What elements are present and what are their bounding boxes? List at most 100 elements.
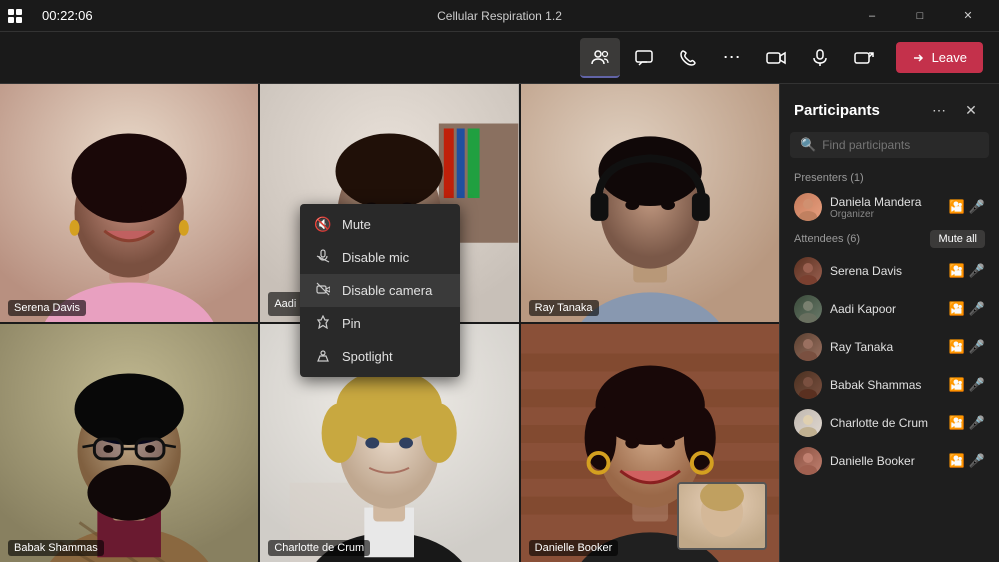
danielle-name-label: Danielle Booker <box>529 540 619 556</box>
charlotte-info: Charlotte de Crum <box>830 416 941 430</box>
search-input[interactable] <box>822 138 979 152</box>
charlotte-name-label: Charlotte de Crum <box>268 540 370 556</box>
avatar-aadi <box>794 295 822 323</box>
participant-item-aadi[interactable]: Aadi Kapoor 🎦 🎤 <box>780 290 999 328</box>
danielle-mic-icon: 🎤 <box>969 453 985 469</box>
danielle-panel-name: Danielle Booker <box>830 454 941 468</box>
disable-mic-icon <box>314 249 332 266</box>
avatar-ray <box>794 333 822 361</box>
self-view <box>677 482 767 550</box>
menu-item-mute[interactable]: 🔇 Mute <box>300 208 460 241</box>
title-bar: 00:22:06 Cellular Respiration 1.2 – □ ✕ <box>0 0 999 32</box>
ray-video <box>521 84 779 322</box>
mute-all-button[interactable]: Mute all <box>930 230 985 248</box>
panel-title: Participants <box>794 102 880 119</box>
participants-panel: Participants ⋯ ✕ 🔍 Presenters (1) Dan <box>779 84 999 562</box>
spotlight-icon <box>314 348 332 365</box>
attendees-section-header: Attendees (6) Mute all <box>780 226 999 252</box>
participant-item-daniela[interactable]: Daniela Mandera Organizer 🎦 🎤 <box>780 188 999 226</box>
serena-info: Serena Davis <box>830 264 941 278</box>
mic-btn[interactable] <box>800 38 840 78</box>
window-title: Cellular Respiration 1.2 <box>437 9 562 23</box>
call-toolbar-btn[interactable] <box>668 38 708 78</box>
babak-mic-icon: 🎤 <box>969 377 985 393</box>
toolbar: ⋯ Leave <box>0 32 999 84</box>
menu-item-disable-camera[interactable]: Disable camera <box>300 274 460 307</box>
aadi-info: Aadi Kapoor <box>830 302 941 316</box>
close-button[interactable]: ✕ <box>945 0 991 32</box>
minimize-button[interactable]: – <box>849 0 895 32</box>
video-cell-babak: Babak Shammas <box>0 324 258 562</box>
babak-panel-name: Babak Shammas <box>830 378 941 392</box>
participant-item-ray[interactable]: Ray Tanaka 🎦 🎤 <box>780 328 999 366</box>
serena-panel-name: Serena Davis <box>830 264 941 278</box>
menu-item-disable-mic[interactable]: Disable mic <box>300 241 460 274</box>
panel-header-icons: ⋯ ✕ <box>925 96 985 124</box>
aadi-mic-icon: 🎤 <box>969 301 985 317</box>
danielle-video-icon: 🎦 <box>949 453 965 469</box>
main-content: Serena Davis <box>0 84 999 562</box>
avatar-babak <box>794 371 822 399</box>
video-grid: Serena Davis <box>0 84 779 562</box>
babak-video <box>0 324 258 562</box>
participant-item-charlotte[interactable]: Charlotte de Crum 🎦 🎤 <box>780 404 999 442</box>
daniela-controls: 🎦 🎤 <box>949 199 985 215</box>
aadi-panel-name: Aadi Kapoor <box>830 302 941 316</box>
babak-info: Babak Shammas <box>830 378 941 392</box>
video-cell-danielle: Danielle Booker <box>521 324 779 562</box>
ray-panel-name: Ray Tanaka <box>830 340 941 354</box>
avatar-charlotte <box>794 409 822 437</box>
serena-controls: 🎦 🎤 <box>949 263 985 279</box>
call-timer: 00:22:06 <box>42 8 93 23</box>
maximize-button[interactable]: □ <box>897 0 943 32</box>
ray-name-label: Ray Tanaka <box>529 300 599 316</box>
window-controls: – □ ✕ <box>849 0 991 32</box>
panel-header: Participants ⋯ ✕ <box>780 84 999 132</box>
share-btn[interactable] <box>844 38 884 78</box>
serena-name-label: Serena Davis <box>8 300 86 316</box>
panel-close-btn[interactable]: ✕ <box>957 96 985 124</box>
participant-item-danielle[interactable]: Danielle Booker 🎦 🎤 <box>780 442 999 480</box>
babak-name-label: Babak Shammas <box>8 540 104 556</box>
daniela-name: Daniela Mandera <box>830 195 941 209</box>
presenters-section-header: Presenters (1) <box>780 168 999 188</box>
ray-video-icon: 🎦 <box>949 339 965 355</box>
charlotte-controls: 🎦 🎤 <box>949 415 985 431</box>
participant-item-babak[interactable]: Babak Shammas 🎦 🎤 <box>780 366 999 404</box>
daniela-video-icon: 🎦 <box>949 199 965 215</box>
video-cell-serena: Serena Davis <box>0 84 258 322</box>
context-menu: 🔇 Mute Disable mic <box>300 204 460 377</box>
mute-icon: 🔇 <box>314 216 332 233</box>
aadi-controls: 🎦 🎤 <box>949 301 985 317</box>
chat-toolbar-btn[interactable] <box>624 38 664 78</box>
daniela-mic-icon: 🎤 <box>969 199 985 215</box>
serena-mic-icon: 🎤 <box>969 263 985 279</box>
danielle-controls: 🎦 🎤 <box>949 453 985 469</box>
search-icon: 🔍 <box>800 137 816 153</box>
search-box[interactable]: 🔍 <box>790 132 989 158</box>
avatar-serena <box>794 257 822 285</box>
babak-video-icon: 🎦 <box>949 377 965 393</box>
daniela-info: Daniela Mandera Organizer <box>830 195 941 220</box>
daniela-role: Organizer <box>830 209 941 220</box>
title-bar-left: 00:22:06 <box>8 8 93 23</box>
menu-item-spotlight[interactable]: Spotlight <box>300 340 460 373</box>
more-options-btn[interactable]: ⋯ <box>712 38 752 78</box>
menu-item-pin[interactable]: Pin <box>300 307 460 340</box>
charlotte-mic-icon: 🎤 <box>969 415 985 431</box>
pin-icon <box>314 315 332 332</box>
serena-video-icon: 🎦 <box>949 263 965 279</box>
disable-camera-icon <box>314 282 332 299</box>
app-grid-icon <box>8 9 22 23</box>
charlotte-panel-name: Charlotte de Crum <box>830 416 941 430</box>
serena-video <box>0 84 258 322</box>
avatar-danielle <box>794 447 822 475</box>
ray-info: Ray Tanaka <box>830 340 941 354</box>
aadi-video-icon: 🎦 <box>949 301 965 317</box>
participant-item-serena[interactable]: Serena Davis 🎦 🎤 <box>780 252 999 290</box>
leave-button[interactable]: Leave <box>896 42 983 73</box>
charlotte-video-icon: 🎦 <box>949 415 965 431</box>
camera-btn[interactable] <box>756 38 796 78</box>
participants-toolbar-btn[interactable] <box>580 38 620 78</box>
panel-more-btn[interactable]: ⋯ <box>925 96 953 124</box>
